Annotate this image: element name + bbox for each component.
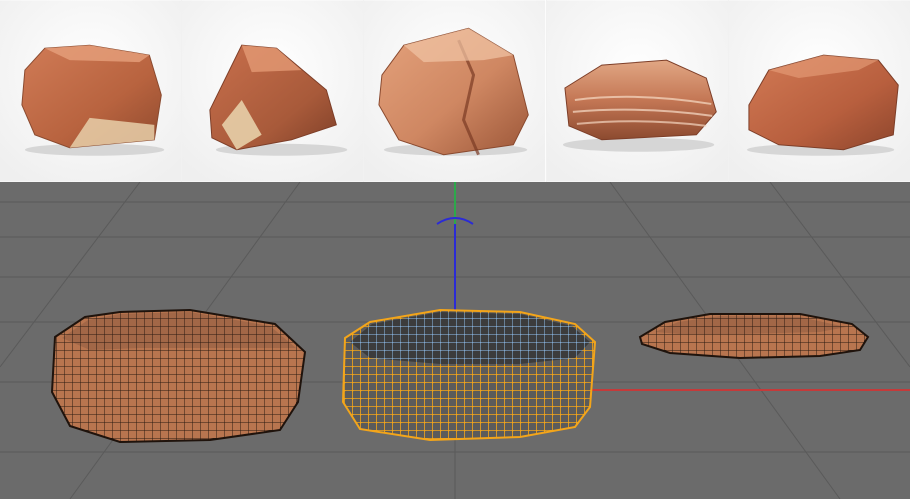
right-rock-mesh[interactable] bbox=[638, 313, 870, 360]
middle-rock-mesh-selected[interactable] bbox=[341, 308, 597, 442]
rock-thumbnail-4[interactable] bbox=[546, 0, 729, 182]
sandstone-rock-2-icon bbox=[182, 0, 364, 182]
rock-thumbnail-2[interactable] bbox=[182, 0, 365, 182]
left-rock-mesh[interactable] bbox=[50, 308, 307, 444]
rock-thumbnail-5[interactable] bbox=[728, 0, 910, 182]
3d-viewport[interactable] bbox=[0, 182, 910, 499]
sandstone-rock-4-icon bbox=[546, 0, 728, 182]
rock-thumbnail-3[interactable] bbox=[364, 0, 547, 182]
rock-thumbnail-1[interactable] bbox=[0, 0, 183, 182]
rock-thumbnails-strip bbox=[0, 0, 910, 182]
sandstone-rock-1-icon bbox=[0, 0, 182, 182]
sandstone-rock-5-icon bbox=[728, 0, 910, 182]
sandstone-rock-3-icon bbox=[364, 0, 546, 182]
viewport-canvas bbox=[0, 182, 910, 499]
